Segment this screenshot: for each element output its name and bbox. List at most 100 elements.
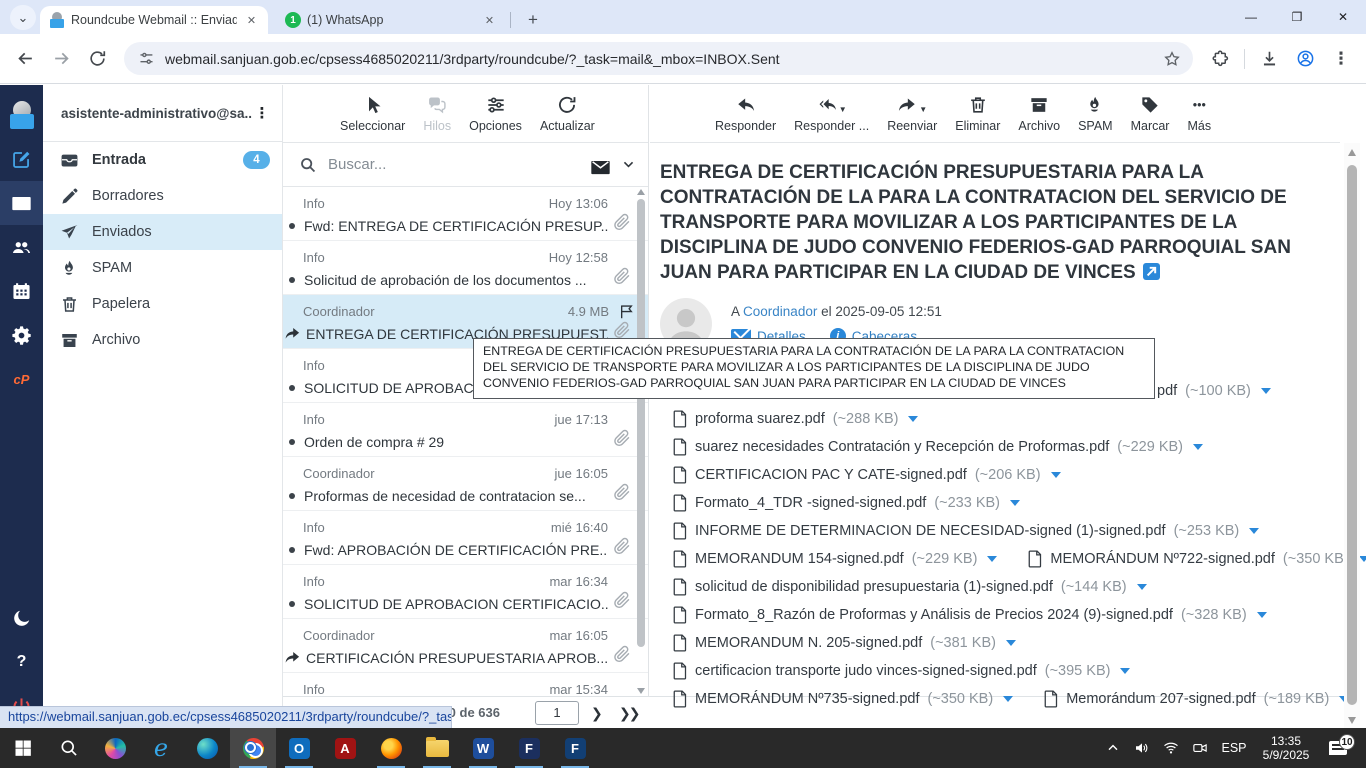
scroll-down-icon[interactable] <box>637 688 645 694</box>
message-row[interactable]: InfoHoy 13:06Fwd: ENTREGA DE CERTIFICACI… <box>283 187 648 241</box>
actualizar-button[interactable]: Actualizar <box>531 94 604 134</box>
close-button[interactable]: ✕ <box>1320 0 1366 34</box>
message-row[interactable]: Coordinadorjue 16:05Proformas de necesid… <box>283 457 648 511</box>
outlook-app[interactable]: O <box>276 728 322 768</box>
search-bar[interactable] <box>283 143 648 187</box>
cpanel-link[interactable]: cP <box>0 357 43 401</box>
browser-tab-whatsapp[interactable]: 1 (1) WhatsApp ✕ <box>276 6 506 34</box>
calendar-nav[interactable] <box>0 269 43 313</box>
spam-button[interactable]: SPAM <box>1069 94 1122 134</box>
sidebar-item-archivo[interactable]: Archivo <box>43 322 282 358</box>
attachment-item[interactable]: pdf(~100 KB) <box>1157 383 1271 399</box>
attachment-item[interactable]: MEMORÁNDUM Nº722-signed.pdf(~350 KB) <box>1027 550 1366 568</box>
close-tab-icon[interactable]: ✕ <box>243 12 260 29</box>
show-hidden-icons[interactable] <box>1098 728 1127 768</box>
attachment-item[interactable]: MEMORANDUM N. 205-signed.pdf(~381 KB) <box>672 634 1016 652</box>
clock[interactable]: 13:355/9/2025 <box>1254 734 1318 762</box>
roundcube-logo[interactable] <box>0 93 43 137</box>
reload-icon[interactable] <box>82 44 112 74</box>
attachment-item[interactable]: certificacion transporte judo vinces-sig… <box>672 662 1130 680</box>
browser-menu-icon[interactable]: ⋮ <box>1326 44 1356 74</box>
word-app[interactable]: W <box>460 728 506 768</box>
attachment-name[interactable]: solicitud de disponibilidad presupuestar… <box>695 579 1053 595</box>
attachment-name[interactable]: MEMORANDUM N. 205-signed.pdf <box>695 635 922 651</box>
attachment-item[interactable]: Formato_4_TDR -signed-signed.pdf(~233 KB… <box>672 494 1020 512</box>
open-in-new-window-icon[interactable] <box>1143 263 1160 280</box>
internet-explorer-app[interactable]: e <box>138 728 184 768</box>
last-page-icon[interactable]: ❯❯ <box>619 697 638 729</box>
opciones-button[interactable]: Opciones <box>460 94 531 134</box>
attachment-item[interactable]: proforma suarez.pdf(~288 KB) <box>672 410 918 428</box>
volume-icon[interactable] <box>1127 728 1156 768</box>
attachment-menu-icon[interactable] <box>1120 668 1130 674</box>
close-tab-icon[interactable]: ✕ <box>481 12 498 29</box>
attachment-item[interactable]: solicitud de disponibilidad presupuestar… <box>672 578 1147 596</box>
attachment-menu-icon[interactable] <box>1137 584 1147 590</box>
downloads-icon[interactable] <box>1254 44 1284 74</box>
notifications-button[interactable]: 10 <box>1318 741 1358 755</box>
seleccionar-button[interactable]: Seleccionar <box>331 94 414 134</box>
bookmark-star-icon[interactable] <box>1163 50 1181 68</box>
settings-nav[interactable] <box>0 313 43 357</box>
attachment-menu-icon[interactable] <box>1006 640 1016 646</box>
marcar-button[interactable]: Marcar <box>1122 94 1179 134</box>
flag-icon[interactable] <box>618 303 635 320</box>
attachment-menu-icon[interactable] <box>1003 696 1013 702</box>
attachment-name[interactable]: INFORME DE DETERMINACION DE NECESIDAD-si… <box>695 523 1166 539</box>
firefox-app[interactable] <box>368 728 414 768</box>
browser-tab-roundcube[interactable]: Roundcube Webmail :: Enviados ✕ <box>40 6 268 34</box>
recipient-link[interactable]: Coordinador <box>743 304 817 319</box>
copilot-app[interactable] <box>92 728 138 768</box>
meet-now-icon[interactable] <box>1185 728 1214 768</box>
back-icon[interactable] <box>10 44 40 74</box>
address-bar[interactable]: webmail.sanjuan.gob.ec/cpsess4685020211/… <box>124 42 1193 75</box>
attachment-name[interactable]: Formato_8_Razón de Proformas y Análisis … <box>695 607 1173 623</box>
language-indicator[interactable]: ESP <box>1214 741 1254 755</box>
scroll-down-icon[interactable] <box>1348 717 1356 724</box>
attachment-name[interactable]: MEMORÁNDUM Nº735-signed.pdf <box>695 691 919 707</box>
attachment-menu-icon[interactable] <box>1051 472 1061 478</box>
site-settings-icon[interactable] <box>138 50 155 67</box>
reenviar-button[interactable]: ▼Reenviar <box>878 94 946 134</box>
new-tab-button[interactable]: + <box>520 7 546 33</box>
attachment-name[interactable]: Formato_4_TDR -signed-signed.pdf <box>695 495 926 511</box>
page-number-input[interactable]: 1 <box>535 701 579 725</box>
taskbar-search[interactable] <box>46 728 92 768</box>
fes-app[interactable]: F <box>506 728 552 768</box>
scroll-up-icon[interactable] <box>1348 149 1356 156</box>
scrollbar-thumb[interactable] <box>1347 165 1357 705</box>
attachment-item[interactable]: suarez necesidades Contratación y Recepc… <box>672 438 1203 456</box>
extensions-icon[interactable] <box>1205 44 1235 74</box>
flag-app[interactable]: F <box>552 728 598 768</box>
attachment-menu-icon[interactable] <box>1249 528 1259 534</box>
attachment-item[interactable]: MEMORÁNDUM Nº735-signed.pdf(~350 KB) <box>672 690 1013 708</box>
sidebar-item-papelera[interactable]: Papelera <box>43 286 282 322</box>
attachment-name[interactable]: MEMORÁNDUM Nº722-signed.pdf <box>1050 551 1274 567</box>
attachment-item[interactable]: MEMORANDUM 154-signed.pdf(~229 KB) <box>672 550 997 568</box>
search-chevron-down-icon[interactable] <box>622 158 635 171</box>
responder--button[interactable]: ▼Responder ... <box>785 94 878 134</box>
chevron-down-icon[interactable]: ▼ <box>839 105 847 114</box>
edge-app[interactable] <box>184 728 230 768</box>
next-page-icon[interactable]: ❯ <box>591 697 603 729</box>
folder-options-icon[interactable]: ⋮ <box>252 104 272 122</box>
wifi-icon[interactable] <box>1156 728 1185 768</box>
sidebar-item-borradores[interactable]: Borradores <box>43 178 282 214</box>
message-row[interactable]: Infomar 16:34SOLICITUD DE APROBACION CER… <box>283 565 648 619</box>
scroll-up-icon[interactable] <box>637 189 645 195</box>
message-row[interactable]: Infomié 16:40Fwd: APROBACIÓN DE CERTIFIC… <box>283 511 648 565</box>
chevron-down-icon[interactable]: ▼ <box>919 105 927 114</box>
url-text[interactable]: webmail.sanjuan.gob.ec/cpsess4685020211/… <box>165 51 1153 67</box>
attachment-name[interactable]: pdf <box>1157 383 1177 399</box>
attachment-name[interactable]: MEMORANDUM 154-signed.pdf <box>695 551 904 567</box>
responder-button[interactable]: Responder <box>706 94 785 134</box>
attachment-name[interactable]: suarez necesidades Contratación y Recepc… <box>695 439 1109 455</box>
attachment-menu-icon[interactable] <box>1010 500 1020 506</box>
search-scope-mail-icon[interactable] <box>590 157 611 173</box>
minimize-button[interactable]: — <box>1228 0 1274 34</box>
file-explorer-app[interactable] <box>414 728 460 768</box>
compose-button[interactable] <box>0 137 43 181</box>
message-row[interactable]: Coordinadormar 16:05CERTIFICACIÓN PRESUP… <box>283 619 648 673</box>
profile-icon[interactable] <box>1290 44 1320 74</box>
help-button[interactable]: ? <box>0 640 43 684</box>
